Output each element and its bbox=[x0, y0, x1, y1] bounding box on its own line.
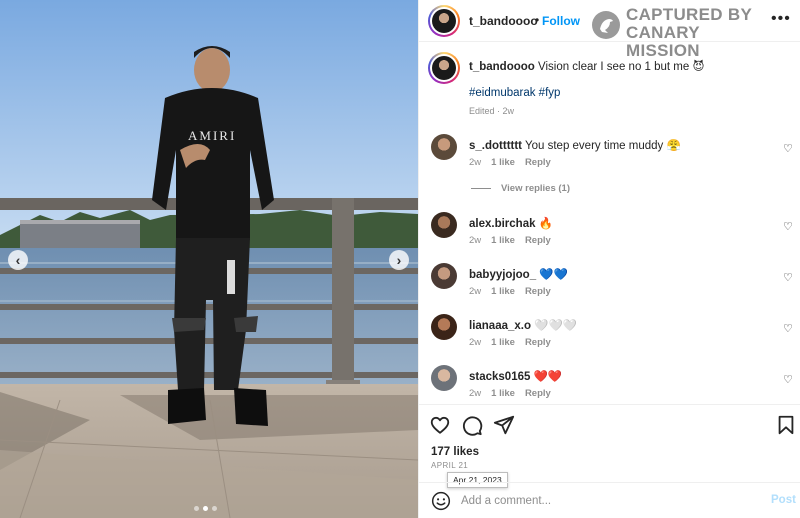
comment-reply-button[interactable]: Reply bbox=[525, 337, 551, 348]
svg-text:AMIRI: AMIRI bbox=[188, 128, 236, 143]
canary-mission-watermark: CAPTURED BY CANARY MISSION bbox=[592, 6, 772, 60]
photo-scene: AMIRI bbox=[0, 0, 418, 518]
comment-time: 2w bbox=[469, 157, 482, 168]
save-bookmark-icon[interactable] bbox=[775, 414, 797, 436]
comment-body: 🔥 bbox=[535, 218, 553, 230]
share-send-icon[interactable] bbox=[493, 414, 515, 436]
comment-body: ❤️❤️ bbox=[530, 371, 563, 383]
commenter-avatar[interactable] bbox=[431, 212, 457, 238]
comment-meta: 2w 1 like Reply bbox=[469, 235, 551, 246]
comment-like-heart-icon[interactable]: ♡ bbox=[783, 271, 793, 284]
post-action-bar bbox=[419, 404, 800, 440]
comment-text: lianaaa_x.o 🤍🤍🤍 bbox=[469, 318, 577, 332]
comment-reply-button[interactable]: Reply bbox=[525, 388, 551, 399]
comment-like-heart-icon[interactable]: ♡ bbox=[783, 373, 793, 386]
comment-like-heart-icon[interactable]: ♡ bbox=[783, 142, 793, 155]
comment-time: 2w bbox=[469, 286, 482, 297]
watermark-line-2: CANARY MISSION bbox=[626, 23, 700, 60]
emoji-smile-icon[interactable] bbox=[431, 491, 451, 511]
like-heart-icon[interactable] bbox=[429, 414, 451, 436]
add-comment-bar: Post bbox=[419, 482, 800, 518]
caption-text: Vision clear I see no 1 but me 😈 bbox=[534, 61, 705, 73]
comment-reply-button[interactable]: Reply bbox=[525, 286, 551, 297]
commenter-avatar[interactable] bbox=[431, 314, 457, 340]
caption-line: t_bandoooo Vision clear I see no 1 but m… bbox=[469, 59, 704, 73]
comment-item: stacks0165 ❤️❤️ 2w 1 like Reply ♡ bbox=[419, 365, 800, 405]
header-separator: • bbox=[535, 13, 540, 27]
comment-time: 2w bbox=[469, 235, 482, 246]
comment-meta: 2w 1 like Reply bbox=[469, 388, 551, 399]
comment-item: alex.birchak 🔥 2w 1 like Reply ♡ bbox=[419, 212, 800, 252]
comment-bubble-icon[interactable] bbox=[461, 414, 483, 436]
commenter-avatar[interactable] bbox=[431, 134, 457, 160]
add-comment-input[interactable] bbox=[461, 491, 761, 511]
commenter-avatar[interactable] bbox=[431, 263, 457, 289]
caption-author[interactable]: t_bandoooo bbox=[469, 61, 535, 73]
carousel-dot bbox=[194, 506, 199, 511]
carousel-dot-active bbox=[203, 506, 208, 511]
comment-reply-button[interactable]: Reply bbox=[525, 235, 551, 246]
comment-body: 💙💙 bbox=[536, 269, 568, 281]
commenter-avatar[interactable] bbox=[431, 365, 457, 391]
post-side-panel: t_bandoooo • Follow ••• t_bandoooo Visio… bbox=[418, 0, 800, 518]
commenter-username[interactable]: stacks0165 bbox=[469, 371, 530, 383]
carousel-dot bbox=[212, 506, 217, 511]
comment-body: You step every time muddy 😤 bbox=[522, 140, 681, 152]
more-options-icon[interactable]: ••• bbox=[771, 10, 791, 28]
comment-reply-button[interactable]: Reply bbox=[525, 157, 551, 168]
comment-likes[interactable]: 1 like bbox=[491, 235, 515, 246]
author-username[interactable]: t_bandoooo bbox=[469, 14, 538, 28]
comment-meta: 2w 1 like Reply bbox=[469, 157, 551, 168]
follow-button[interactable]: Follow bbox=[542, 14, 580, 28]
carousel-dots bbox=[194, 506, 217, 511]
comment-likes[interactable]: 1 like bbox=[491, 157, 515, 168]
comment-text: s_.dotttttt You step every time muddy 😤 bbox=[469, 138, 681, 152]
commenter-username[interactable]: lianaaa_x.o bbox=[469, 320, 531, 332]
comment-like-heart-icon[interactable]: ♡ bbox=[783, 322, 793, 335]
post-date[interactable]: APRIL 21 bbox=[431, 461, 468, 470]
comment-text: babyyjojoo_ 💙💙 bbox=[469, 267, 568, 281]
comment-text: alex.birchak 🔥 bbox=[469, 216, 553, 230]
likes-count[interactable]: 177 likes bbox=[431, 446, 479, 458]
comment-item: babyyjojoo_ 💙💙 2w 1 like Reply ♡ bbox=[419, 263, 800, 303]
comment-time: 2w bbox=[469, 388, 482, 399]
commenter-username[interactable]: s_.dotttttt bbox=[469, 140, 522, 152]
view-replies-button[interactable]: View replies (1) bbox=[471, 183, 570, 194]
comment-item: lianaaa_x.o 🤍🤍🤍 2w 1 like Reply ♡ bbox=[419, 314, 800, 354]
commenter-username[interactable]: babyyjojoo_ bbox=[469, 269, 536, 281]
comment-body: 🤍🤍🤍 bbox=[531, 320, 578, 332]
comment-likes[interactable]: 1 like bbox=[491, 286, 515, 297]
canary-bird-icon bbox=[592, 11, 620, 39]
carousel-next-button[interactable]: › bbox=[389, 250, 409, 270]
comment-like-heart-icon[interactable]: ♡ bbox=[783, 220, 793, 233]
author-avatar[interactable] bbox=[428, 5, 460, 37]
post-comment-button[interactable]: Post bbox=[771, 494, 796, 506]
post-photo: AMIRI ‹ › bbox=[0, 0, 418, 518]
comment-meta: 2w 1 like Reply bbox=[469, 337, 551, 348]
carousel-prev-button[interactable]: ‹ bbox=[8, 250, 28, 270]
comment-likes[interactable]: 1 like bbox=[491, 388, 515, 399]
comment-item: s_.dotttttt You step every time muddy 😤 … bbox=[419, 134, 800, 174]
caption-hashtags[interactable]: #eidmubarak #fyp bbox=[469, 87, 560, 99]
comment-likes[interactable]: 1 like bbox=[491, 337, 515, 348]
view-replies-label: View replies (1) bbox=[501, 183, 570, 194]
view-replies-line bbox=[471, 187, 491, 189]
caption-edited: Edited · 2w bbox=[469, 106, 515, 116]
comment-text: stacks0165 ❤️❤️ bbox=[469, 369, 562, 383]
comment-meta: 2w 1 like Reply bbox=[469, 286, 551, 297]
watermark-line-1: CAPTURED BY bbox=[626, 5, 753, 24]
commenter-username[interactable]: alex.birchak bbox=[469, 218, 535, 230]
caption-author-avatar[interactable] bbox=[428, 52, 460, 84]
comment-time: 2w bbox=[469, 337, 482, 348]
watermark-text: CAPTURED BY CANARY MISSION bbox=[626, 6, 772, 60]
